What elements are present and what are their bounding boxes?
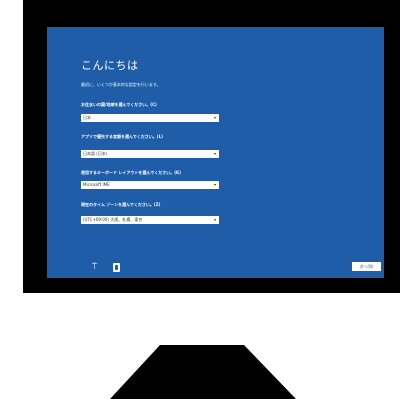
page-title: こんにちは: [81, 59, 139, 72]
app-language-select[interactable]: 日本語 (日本) ▾: [81, 150, 219, 158]
chevron-down-icon: ▾: [213, 115, 216, 120]
monitor-stand: [244, 345, 296, 399]
app-language-value: 日本語 (日本): [83, 151, 108, 156]
country-region-label: お住まいの国/地域を選んでください。(C): [81, 102, 157, 107]
keyboard-layout-value: Microsoft IME: [83, 182, 110, 187]
next-button-label: 次へ(N): [359, 264, 374, 269]
power-icon[interactable]: [113, 263, 120, 272]
country-region-value: 日本: [83, 115, 91, 120]
monitor-stand: [160, 345, 244, 399]
keyboard-layout-select[interactable]: Microsoft IME ▾: [81, 181, 219, 189]
chevron-down-icon: ▾: [213, 217, 216, 222]
keyboard-layout-label: 使用するキーボード レイアウトを選んでください。(K): [81, 170, 181, 175]
time-zone-select[interactable]: (UTC+09:00) 大阪、札幌、東京 ▾: [81, 216, 219, 224]
app-language-label: アプリで優先する言語を選んでください。(L): [81, 134, 164, 139]
country-region-select[interactable]: 日本 ▾: [81, 114, 219, 122]
chevron-down-icon: ▾: [213, 182, 216, 187]
time-zone-value: (UTC+09:00) 大阪、札幌、東京: [83, 217, 143, 222]
page-subtitle: 最初に、いくつか基本的な設定を行います。: [81, 82, 161, 87]
next-button[interactable]: 次へ(N): [352, 262, 381, 271]
monitor-stand: [110, 345, 160, 399]
accessibility-icon[interactable]: ⍡: [92, 263, 97, 272]
setup-screen: こんにちは 最初に、いくつか基本的な設定を行います。 お住まいの国/地域を選んで…: [47, 27, 384, 278]
time-zone-label: 現在のタイム ゾーンを選んでください。(Z): [81, 202, 161, 207]
chevron-down-icon: ▾: [213, 151, 216, 156]
